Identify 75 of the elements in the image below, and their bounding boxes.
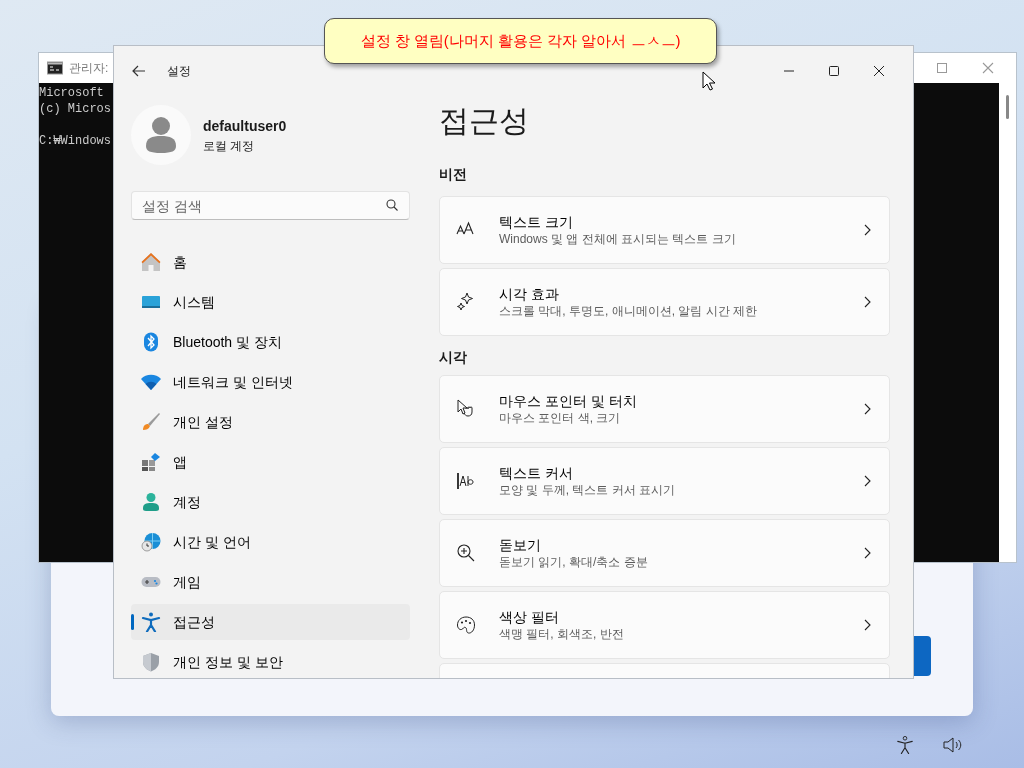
- console-text: Microsoft: [39, 85, 104, 101]
- chevron-right-icon: [864, 403, 871, 415]
- pointer-icon: [456, 399, 476, 419]
- nav-item[interactable]: 시스템: [131, 284, 410, 320]
- accounts-icon: [141, 492, 161, 512]
- card-title: 텍스트 커서: [499, 464, 574, 482]
- cursor-icon: [456, 471, 476, 491]
- section-heading: 비전: [439, 165, 468, 184]
- nav-item[interactable]: 네트워크 및 인터넷: [131, 364, 410, 400]
- scroll-thumb[interactable]: [1006, 95, 1009, 119]
- card-title: 색상 필터: [499, 608, 560, 626]
- page-title: 접근성: [439, 103, 530, 139]
- chevron-right-icon: [864, 296, 871, 308]
- search-icon: [386, 199, 398, 211]
- settings-card[interactable]: 시각 효과 스크롤 막대, 투명도, 애니메이션, 알림 시간 제한: [439, 268, 890, 336]
- personalize-icon: [141, 412, 161, 432]
- chevron-right-icon: [864, 547, 871, 559]
- nav-item[interactable]: 홈: [131, 244, 410, 280]
- filters-icon: [456, 615, 476, 635]
- close-icon: [982, 62, 994, 74]
- settings-card[interactable]: 돋보기 돋보기 읽기, 확대/축소 증분: [439, 519, 890, 587]
- time-icon: [141, 532, 161, 552]
- network-icon: [141, 372, 161, 392]
- user-name: defaultuser0: [203, 116, 287, 136]
- maximize-icon: [937, 63, 947, 73]
- nav-item[interactable]: 계정: [131, 484, 410, 520]
- card-title: 돋보기: [499, 536, 542, 554]
- mouse-pointer-icon: [702, 71, 716, 91]
- magnifier-icon: [456, 543, 476, 563]
- account-type: 로컬 계정: [203, 137, 256, 155]
- volume-button[interactable]: [943, 735, 963, 755]
- nav-item[interactable]: 게임: [131, 564, 410, 600]
- nav-item[interactable]: Bluetooth 및 장치: [131, 324, 410, 360]
- effects-icon: [456, 292, 476, 312]
- chevron-right-icon: [864, 475, 871, 487]
- tooltip-text: 설정 창 열림(나머지 활용은 각자 알아서 ㅡㅅㅡ): [324, 18, 717, 64]
- settings-card[interactable]: 텍스트 크기 Windows 및 앱 전체에 표시되는 텍스트 크기: [439, 196, 890, 264]
- settings-card[interactable]: 색상 필터 색맹 필터, 회색조, 반전: [439, 591, 890, 659]
- card-description: 색맹 필터, 회색조, 반전: [499, 625, 625, 642]
- card-title: 마우스 포인터 및 터치: [499, 392, 638, 410]
- back-arrow-icon: [132, 65, 146, 77]
- card-description: 모양 및 두께, 텍스트 커서 표시기: [499, 481, 676, 498]
- console-text: C:₩Windows: [39, 133, 111, 149]
- card-description: 마우스 포인터 색, 크기: [499, 409, 622, 426]
- chevron-right-icon: [864, 224, 871, 236]
- accessibility-button[interactable]: [895, 735, 915, 755]
- nav-item[interactable]: 개인 정보 및 보안: [131, 644, 410, 678]
- nav-item[interactable]: 접근성: [131, 604, 410, 640]
- accessibility-icon: [141, 612, 161, 632]
- accessibility-icon: [896, 736, 914, 754]
- nav-item[interactable]: 앱: [131, 444, 410, 480]
- window-title: 설정: [167, 63, 191, 80]
- nav-item[interactable]: 시간 및 언어: [131, 524, 410, 560]
- nav-item[interactable]: 개인 설정: [131, 404, 410, 440]
- apps-icon: [141, 452, 161, 472]
- section-heading: 시각: [439, 348, 468, 367]
- card-title: 텍스트 크기: [499, 213, 574, 231]
- settings-card[interactable]: 마우스 포인터 및 터치 마우스 포인터 색, 크기: [439, 375, 890, 443]
- card-description: Windows 및 앱 전체에 표시되는 텍스트 크기: [499, 230, 737, 247]
- privacy-icon: [141, 652, 161, 672]
- console-text: (c) Micros: [39, 101, 111, 117]
- speaker-icon: [943, 736, 963, 754]
- card-description: 돋보기 읽기, 확대/축소 증분: [499, 553, 649, 570]
- home-icon: [141, 252, 161, 272]
- card-title: 시각 효과: [499, 285, 560, 303]
- search-field[interactable]: 설정 검색: [131, 191, 410, 220]
- bluetooth-icon: [141, 332, 161, 352]
- settings-card[interactable]: 텍스트 커서 모양 및 두께, 텍스트 커서 표시기: [439, 447, 890, 515]
- console-icon: [47, 60, 63, 76]
- chevron-right-icon: [864, 619, 871, 631]
- window-title: 관리자:: [69, 60, 109, 77]
- close-icon: [873, 66, 884, 76]
- person-icon: [144, 116, 178, 154]
- maximize-icon: [828, 66, 839, 76]
- card-description: 스크롤 막대, 투명도, 애니메이션, 알림 시간 제한: [499, 302, 758, 319]
